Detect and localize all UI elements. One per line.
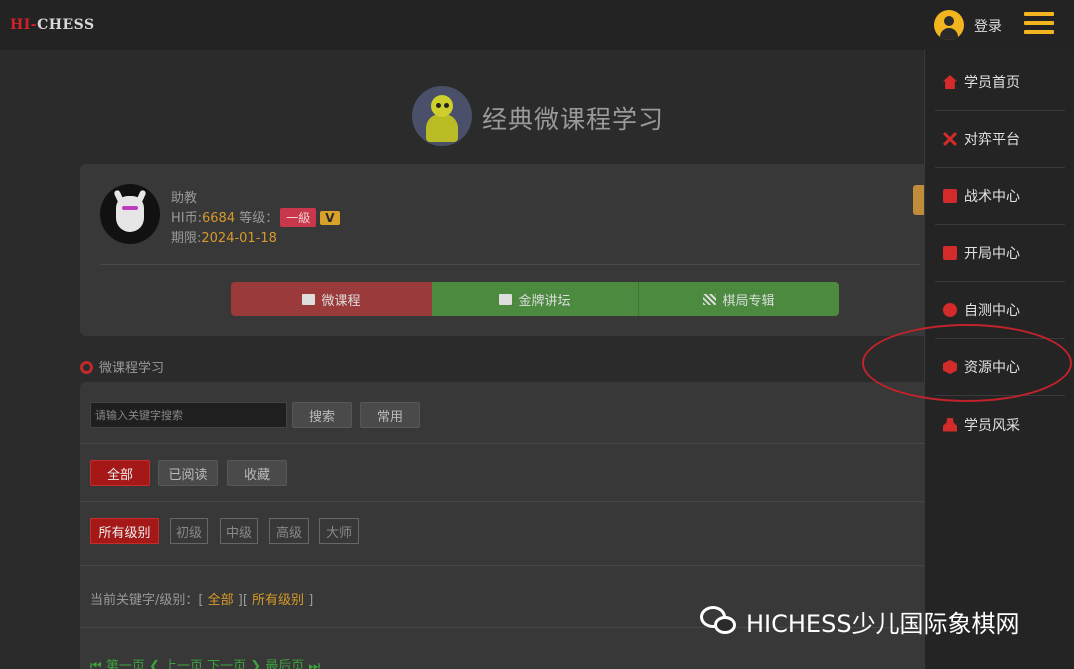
avatar xyxy=(100,184,160,244)
watermark-text: HICHESS少儿国际象棋网 xyxy=(746,609,1020,638)
tab-label: 棋局专辑 xyxy=(722,293,775,309)
tactics-icon xyxy=(943,189,957,203)
grid-icon xyxy=(703,293,717,305)
menu-item-self-test-center[interactable]: 自测中心 xyxy=(935,282,1065,339)
current-mid: ][ xyxy=(237,593,248,608)
menu-label: 学员风采 xyxy=(964,417,1020,434)
level-advanced[interactable]: 高级 xyxy=(269,518,309,544)
profile-card: 助教 HI币:6684 等级： 一級 V 期限:2024-01-18 微课程 金牌讲… xyxy=(80,164,940,336)
logo-chess: CHESS xyxy=(37,17,95,33)
level-master[interactable]: 大师 xyxy=(319,518,359,544)
menu-item-tactics-center[interactable]: 战术中心 xyxy=(935,168,1065,225)
tab-game-album[interactable]: 棋局专辑 xyxy=(639,282,839,316)
menu-label: 学员首页 xyxy=(964,75,1020,91)
current-suffix: ] xyxy=(308,593,314,608)
coins-label: HI币: xyxy=(171,211,202,226)
wechat-icon xyxy=(700,606,738,636)
crossed-swords-icon xyxy=(943,132,957,146)
pagination[interactable]: ⏮ 第一页 ❮ 上一页 下一页 ❯ 最后页 ⏭ xyxy=(90,655,320,669)
divider xyxy=(100,264,920,265)
level-intermediate[interactable]: 中级 xyxy=(220,518,258,544)
divider xyxy=(80,443,940,444)
logo-hi: HI- xyxy=(10,17,38,33)
current-prefix: 当前关键字/级别：[ xyxy=(90,593,204,608)
divider xyxy=(80,565,940,566)
level-all[interactable]: 所有级别 xyxy=(90,518,159,544)
menu-label: 自测中心 xyxy=(964,303,1020,319)
page-title: 经典微课程学习 xyxy=(482,105,665,134)
opening-icon xyxy=(943,246,957,260)
current-filter: 当前关键字/级别：[ 全部 ][ 所有级别 ] xyxy=(90,589,313,608)
vip-badge: V xyxy=(320,211,340,225)
tab-label: 金牌讲坛 xyxy=(518,293,571,309)
level-badge: 一級 xyxy=(280,208,317,227)
tab-micro-course[interactable]: 微课程 xyxy=(231,282,432,316)
menu-label: 开局中心 xyxy=(964,246,1020,262)
filter-read[interactable]: 已阅读 xyxy=(158,460,218,486)
menu-label: 资源中心 xyxy=(964,360,1020,376)
coins-value: 6684 xyxy=(202,211,236,226)
menu-label: 战术中心 xyxy=(964,189,1020,205)
level-beginner[interactable]: 初级 xyxy=(170,518,208,544)
divider xyxy=(80,501,940,502)
category-tabs: 微课程 金牌讲坛 棋局专辑 xyxy=(231,282,839,316)
common-button[interactable]: 常用 xyxy=(360,402,420,428)
expiry-line: 期限:2024-01-18 xyxy=(171,227,277,246)
menu-item-opening-center[interactable]: 开局中心 xyxy=(935,225,1065,282)
filter-favorites[interactable]: 收藏 xyxy=(227,460,287,486)
tab-label: 微课程 xyxy=(321,293,361,309)
expiry-value: 2024-01-18 xyxy=(201,231,277,246)
image-icon xyxy=(499,293,513,305)
expiry-label: 期限: xyxy=(171,231,202,246)
menu-item-resource-center[interactable]: 资源中心 xyxy=(935,339,1065,396)
current-level: 所有级别 xyxy=(252,593,305,608)
user-icon[interactable] xyxy=(934,10,964,40)
test-icon xyxy=(943,303,957,317)
logo[interactable]: HI-CHESS xyxy=(10,17,95,33)
search-button[interactable]: 搜索 xyxy=(292,402,352,428)
filter-all[interactable]: 全部 xyxy=(90,460,150,486)
menu-icon[interactable] xyxy=(1024,12,1054,36)
search-input[interactable] xyxy=(90,402,287,428)
menu-item-student-showcase[interactable]: 学员风采 xyxy=(935,396,1065,453)
cube-icon xyxy=(302,293,316,305)
target-icon xyxy=(80,361,93,374)
current-keyword: 全部 xyxy=(207,593,234,608)
coins-line: HI币:6684 等级： 一級 V xyxy=(171,207,340,227)
menu-label: 对弈平台 xyxy=(964,132,1020,148)
section-title: 微课程学习 xyxy=(80,357,164,376)
section-title-text: 微课程学习 xyxy=(99,361,165,376)
top-bar: HI-CHESS 登录 xyxy=(0,0,1074,50)
menu-item-student-home[interactable]: 学员首页 xyxy=(935,54,1065,111)
pawn-mascot-icon xyxy=(412,86,472,146)
user-role: 助教 xyxy=(171,191,198,206)
house-icon xyxy=(943,75,957,89)
watermark: HICHESS少儿国际象棋网 xyxy=(700,603,1020,639)
cube-icon xyxy=(943,360,957,374)
side-menu: 学员首页 对弈平台 战术中心 开局中心 自测中心 资源中心 学员风采 xyxy=(924,50,1074,669)
tab-gold-lecture[interactable]: 金牌讲坛 xyxy=(432,282,639,316)
login-link[interactable]: 登录 xyxy=(974,16,1002,36)
level-label: 等级： xyxy=(235,211,279,226)
menu-item-play-platform[interactable]: 对弈平台 xyxy=(935,111,1065,168)
student-icon xyxy=(943,417,957,432)
